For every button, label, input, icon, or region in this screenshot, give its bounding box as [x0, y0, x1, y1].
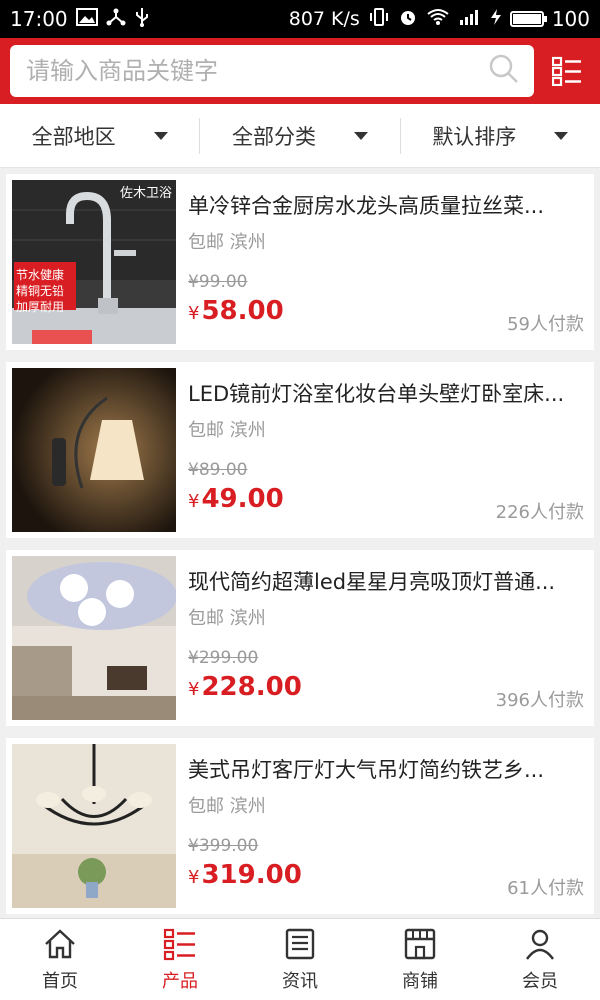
clock: 17:00 [10, 7, 68, 31]
price: ¥319.00 [188, 860, 302, 890]
original-price: ¥299.00 [188, 648, 259, 668]
search-box[interactable] [10, 45, 534, 97]
alarm-icon [398, 7, 418, 31]
bottom-tab-bar: 首页 产品 资讯 商铺 会员 [0, 918, 600, 1000]
tab-label: 商铺 [402, 970, 438, 992]
tab-label: 会员 [522, 970, 558, 992]
product-card[interactable]: 佐木卫浴 节水健康 精铜无铅 加厚耐用 单冷锌合金厨房水龙头高质量拉丝菜... … [6, 174, 594, 350]
product-title[interactable]: LED镜前灯浴室化妆台单头壁灯卧室床... [188, 378, 580, 408]
caret-down-icon [554, 131, 569, 140]
product-image[interactable] [12, 744, 176, 908]
shipping-tag: 包邮 [188, 796, 224, 817]
original-price: ¥99.00 [188, 272, 248, 292]
product-title[interactable]: 单冷锌合金厨房水龙头高质量拉丝菜... [188, 190, 580, 220]
product-card[interactable]: 现代简约超薄led星星月亮吸顶灯普通... 包邮 滨州 ¥299.00 ¥228… [6, 550, 594, 726]
tab-member[interactable]: 会员 [480, 919, 600, 1000]
product-meta: 包邮 滨州 [188, 416, 580, 442]
tab-stores[interactable]: 商铺 [360, 919, 480, 1000]
list-menu-icon [552, 56, 581, 86]
vibrate-icon [368, 8, 390, 30]
product-image[interactable]: 佐木卫浴 节水健康 精铜无铅 加厚耐用 [12, 180, 176, 344]
filter-label: 默认排序 [432, 124, 517, 149]
search-input[interactable] [26, 57, 488, 85]
share-icon [106, 8, 126, 30]
caret-down-icon [353, 131, 368, 140]
search-icon[interactable] [488, 53, 520, 89]
filter-sort[interactable]: 默认排序 [399, 117, 600, 154]
tab-label: 资讯 [282, 970, 318, 992]
product-info: 单冷锌合金厨房水龙头高质量拉丝菜... 包邮 滨州 ¥99.00 ¥58.00 … [176, 180, 594, 344]
product-image[interactable] [12, 368, 176, 532]
charging-icon [490, 8, 502, 30]
home-icon [45, 928, 75, 958]
network-speed: 807 K/s [288, 8, 360, 30]
battery-level: 100 [551, 7, 590, 31]
sales-count: 226人付款 [495, 502, 584, 523]
filter-category[interactable]: 全部分类 [199, 117, 399, 154]
image-icon [75, 8, 98, 30]
location: 滨州 [229, 232, 266, 253]
image-tag: 节水健康 [16, 268, 65, 282]
wifi-icon [426, 8, 450, 30]
filter-label: 全部地区 [31, 124, 116, 149]
status-bar: 17:00 807 K/s 100 [0, 0, 600, 38]
filter-region[interactable]: 全部地区 [0, 118, 199, 154]
caret-down-icon [153, 131, 168, 140]
tab-label: 产品 [162, 970, 198, 992]
tab-news[interactable]: 资讯 [240, 919, 360, 1000]
image-tag: 精铜无铅 [16, 284, 65, 298]
location: 滨州 [229, 420, 266, 441]
member-icon [526, 929, 554, 960]
store-icon [404, 928, 436, 959]
product-meta: 包邮 滨州 [188, 792, 580, 818]
image-brand-text: 佐木卫浴 [119, 186, 172, 201]
price: ¥228.00 [188, 672, 302, 702]
search-header [0, 38, 600, 104]
product-info: 现代简约超薄led星星月亮吸顶灯普通... 包邮 滨州 ¥299.00 ¥228… [176, 556, 594, 720]
sales-count: 59人付款 [507, 314, 584, 335]
product-card[interactable]: LED镜前灯浴室化妆台单头壁灯卧室床... 包邮 滨州 ¥89.00 ¥49.0… [6, 362, 594, 538]
product-card[interactable]: 美式吊灯客厅灯大气吊灯简约铁艺乡... 包邮 滨州 ¥399.00 ¥319.0… [6, 738, 594, 914]
signal-icon [458, 8, 482, 30]
tab-home[interactable]: 首页 [0, 919, 120, 1000]
shipping-tag: 包邮 [188, 608, 224, 629]
price: ¥58.00 [188, 296, 284, 326]
usb-icon [134, 7, 150, 31]
shipping-tag: 包邮 [188, 420, 224, 441]
tab-label: 首页 [42, 970, 78, 992]
news-icon [285, 928, 315, 959]
original-price: ¥399.00 [188, 836, 259, 856]
location: 滨州 [229, 796, 266, 817]
shipping-tag: 包邮 [188, 232, 224, 253]
tab-products[interactable]: 产品 [120, 919, 240, 1000]
product-info: LED镜前灯浴室化妆台单头壁灯卧室床... 包邮 滨州 ¥89.00 ¥49.0… [176, 368, 594, 532]
location: 滨州 [229, 608, 266, 629]
product-info: 美式吊灯客厅灯大气吊灯简约铁艺乡... 包邮 滨州 ¥399.00 ¥319.0… [176, 744, 594, 908]
original-price: ¥89.00 [188, 460, 248, 480]
category-menu-button[interactable] [552, 55, 582, 87]
battery-icon [509, 11, 547, 27]
sales-count: 61人付款 [507, 878, 584, 899]
product-title[interactable]: 现代简约超薄led星星月亮吸顶灯普通... [188, 566, 580, 596]
price: ¥49.00 [188, 484, 284, 514]
product-meta: 包邮 滨州 [188, 604, 580, 630]
filter-bar: 全部地区 全部分类 默认排序 [0, 104, 600, 168]
sales-count: 396人付款 [495, 690, 584, 711]
image-tag: 加厚耐用 [16, 300, 65, 314]
product-title[interactable]: 美式吊灯客厅灯大气吊灯简约铁艺乡... [188, 754, 580, 784]
product-meta: 包邮 滨州 [188, 228, 580, 254]
filter-label: 全部分类 [231, 124, 316, 149]
product-list-icon [163, 928, 195, 960]
product-image[interactable] [12, 556, 176, 720]
